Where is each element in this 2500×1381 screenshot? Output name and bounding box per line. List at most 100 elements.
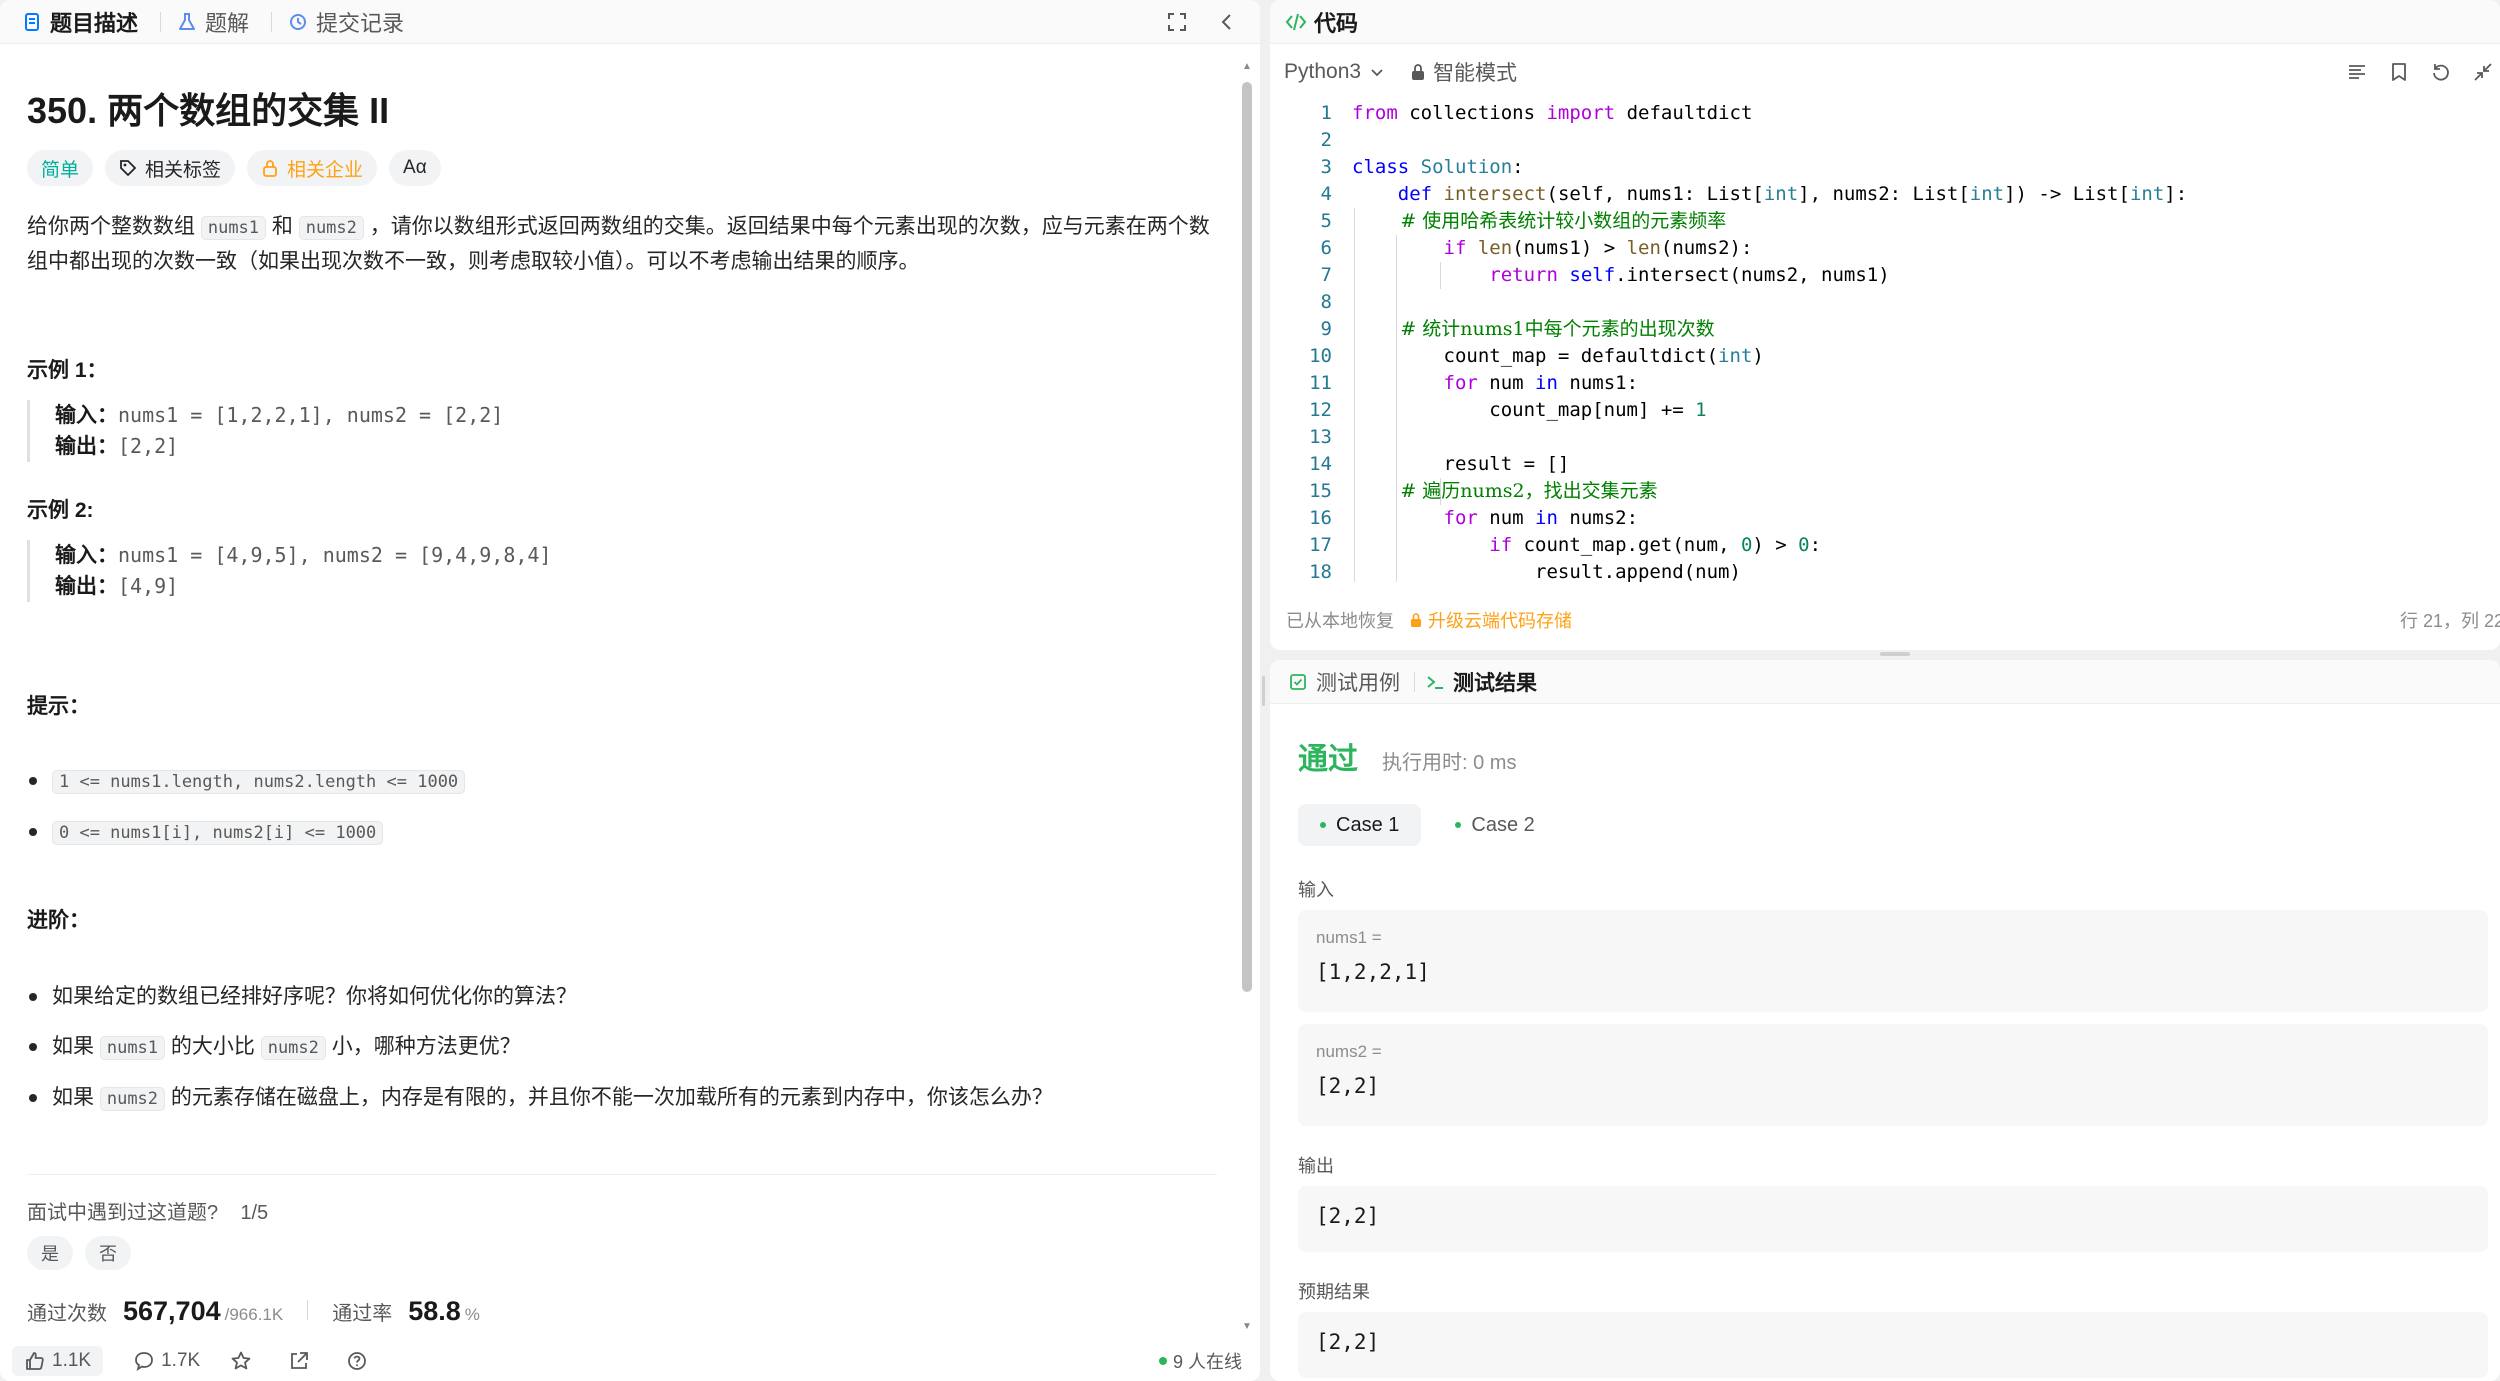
inline-code: nums1 bbox=[99, 1036, 166, 1060]
related-companies-label: 相关企业 bbox=[287, 159, 364, 181]
input-label: 输入： bbox=[55, 404, 118, 427]
history-icon bbox=[290, 13, 307, 30]
comment-count: 1.7K bbox=[161, 1349, 201, 1371]
tab-solutions[interactable]: 题解 bbox=[177, 6, 249, 38]
output-section-label: 输出 bbox=[1298, 1156, 1334, 1176]
favorite-button[interactable] bbox=[230, 1350, 258, 1372]
code-editor[interactable]: 1 from collections import defaultdict 2 3… bbox=[1270, 100, 2500, 582]
tab-separator bbox=[1414, 671, 1415, 692]
document-icon bbox=[25, 12, 39, 31]
output-label: 输出： bbox=[55, 435, 118, 458]
like-button[interactable]: 1.1K bbox=[12, 1345, 104, 1376]
interview-question: 面试中遇到过这道题? 1/5 bbox=[27, 1196, 268, 1225]
line-number: 15 bbox=[1309, 480, 1332, 502]
code-text: result = [] bbox=[1352, 453, 1570, 475]
tab-description[interactable]: 题目描述 bbox=[22, 6, 138, 38]
case-1-tab[interactable]: Case 1 bbox=[1298, 804, 1422, 846]
code-text: def intersect(self, nums1: List[int], nu… bbox=[1397, 183, 2188, 205]
scroll-down-icon[interactable]: ▼ bbox=[1242, 1322, 1252, 1332]
statement-text: 给你两个整数数组 bbox=[27, 215, 201, 238]
fullscreen-icon[interactable] bbox=[1166, 11, 1188, 33]
panel-actions bbox=[1166, 11, 1238, 33]
yes-button[interactable]: 是 bbox=[27, 1236, 73, 1270]
line-number: 7 bbox=[1320, 264, 1332, 286]
help-button[interactable] bbox=[346, 1350, 374, 1372]
vertical-resize-handle[interactable] bbox=[1262, 676, 1265, 706]
acceptance-stats: 通过次数 567,704 /966.1K 通过率 58.8 % bbox=[27, 1296, 480, 1327]
code-text: for num in nums1: bbox=[1443, 372, 1639, 394]
code-panel: 代码 Python3 智能模式 1 from collections impor… bbox=[1270, 0, 2500, 650]
bookmark-icon[interactable] bbox=[2388, 61, 2410, 83]
upgrade-storage-link[interactable]: 升级云端代码存储 bbox=[1408, 607, 1572, 633]
lock-icon bbox=[263, 160, 277, 177]
code-comment: # 统计nums1中每个元素的出现次数 bbox=[1352, 318, 1715, 340]
code-comment: # 使用哈希表统计较小数组的元素频率 bbox=[1352, 210, 1727, 232]
example-1-input: nums1 = [1,2,2,1], nums2 = [2,2] bbox=[118, 403, 504, 427]
tab-separator bbox=[271, 11, 273, 32]
tab-submissions-label: 提交记录 bbox=[316, 10, 405, 36]
code-text: if count_map.get(num, 0) > 0: bbox=[1489, 534, 1822, 556]
problem-description: 350. 两个数组的交集 II 简单 相关标签 相关企业 Aα 给你两个整数数组… bbox=[27, 44, 1227, 1327]
input-section-label: 输入 bbox=[1298, 880, 1334, 900]
editor-status-bar: 已从本地恢复 升级云端代码存储 行 21，列 22 bbox=[1270, 600, 2500, 640]
input-nums2-box: nums2 = [2,2] bbox=[1298, 1024, 2488, 1126]
comment-icon bbox=[135, 1351, 153, 1371]
scrollbar-thumb[interactable] bbox=[1242, 82, 1252, 992]
case-1-label: Case 1 bbox=[1336, 813, 1400, 836]
lock-icon bbox=[1412, 64, 1425, 80]
rate-unit: % bbox=[464, 1305, 480, 1324]
line-number: 3 bbox=[1320, 156, 1332, 178]
terminal-icon bbox=[1427, 675, 1443, 689]
code-icon bbox=[1285, 13, 1307, 30]
expected-box: [2,2] bbox=[1298, 1312, 2488, 1378]
case-2-tab[interactable]: Case 2 bbox=[1433, 804, 1556, 846]
collapse-icon[interactable] bbox=[2472, 61, 2494, 83]
var-value: [2,2] bbox=[1316, 1074, 1380, 1098]
line-number: 5 bbox=[1320, 210, 1332, 232]
tab-testcases[interactable]: 测试用例 bbox=[1288, 667, 1400, 697]
comments-button[interactable]: 1.7K bbox=[133, 1350, 200, 1372]
language-select[interactable]: Python3 bbox=[1284, 60, 1385, 84]
scroll-up-icon[interactable]: ▲ bbox=[1242, 62, 1252, 72]
output-box: [2,2] bbox=[1298, 1186, 2488, 1252]
description-scrollbar[interactable]: ▲ ▼ bbox=[1242, 62, 1252, 1332]
cursor-position: 行 21，列 22 bbox=[2399, 611, 2500, 631]
advanced-text: 如果 bbox=[52, 1035, 100, 1058]
hints-list: 1 <= nums1.length, nums2.length <= 1000 … bbox=[27, 756, 466, 858]
no-button[interactable]: 否 bbox=[85, 1236, 131, 1270]
related-companies-button[interactable]: 相关企业 bbox=[247, 150, 378, 186]
flask-icon bbox=[179, 12, 196, 30]
line-number: 1 bbox=[1320, 102, 1332, 124]
related-tags-button[interactable]: 相关标签 bbox=[105, 150, 236, 186]
list-item: 1 <= nums1.length, nums2.length <= 1000 bbox=[27, 756, 466, 807]
online-count: 9 人在线 bbox=[1158, 1348, 1242, 1374]
advanced-list: 如果给定的数组已经排好序呢？你将如何优化你的算法？ 如果 nums1 的大小比 … bbox=[27, 972, 1053, 1124]
code-text: count_map = defaultdict(int) bbox=[1352, 345, 1764, 367]
reset-icon[interactable] bbox=[2430, 61, 2452, 83]
translate-button[interactable]: Aα bbox=[389, 150, 441, 186]
format-icon[interactable] bbox=[2346, 61, 2368, 83]
problem-panel: 题目描述 题解 提交记录 350. 两个数组的交集 II 简单 相关标签 相关企… bbox=[0, 0, 1260, 1381]
online-count-label: 9 人在线 bbox=[1172, 1351, 1242, 1372]
app-root: 题目描述 题解 提交记录 350. 两个数组的交集 II 简单 相关标签 相关企… bbox=[0, 0, 2500, 1381]
tab-test-result[interactable]: 测试结果 bbox=[1425, 667, 1537, 697]
thumbs-up-icon bbox=[26, 1351, 44, 1370]
tab-submissions[interactable]: 提交记录 bbox=[288, 6, 404, 38]
inline-code: 0 <= nums1[i], nums2[i] <= 1000 bbox=[52, 821, 384, 845]
smart-mode-toggle[interactable]: 智能模式 bbox=[1409, 57, 1517, 87]
example-2-input: nums1 = [4,9,5], nums2 = [9,4,9,8,4] bbox=[118, 543, 552, 567]
var-name: nums1 = bbox=[1316, 928, 1382, 947]
advanced-text: 小，哪种方法更优？ bbox=[325, 1035, 521, 1058]
restore-status: 已从本地恢复 bbox=[1286, 611, 1394, 631]
share-button[interactable] bbox=[288, 1350, 316, 1372]
test-tabs: 测试用例 测试结果 bbox=[1270, 660, 2500, 704]
code-text: for num in nums2: bbox=[1443, 507, 1639, 529]
difficulty-badge[interactable]: 简单 bbox=[27, 150, 94, 186]
collapse-left-icon[interactable] bbox=[1216, 11, 1238, 33]
horizontal-resize-handle[interactable] bbox=[1880, 652, 1910, 656]
tag-icon bbox=[120, 160, 137, 177]
inline-code: nums2 bbox=[260, 1036, 326, 1060]
line-number: 16 bbox=[1309, 507, 1332, 529]
line-number: 10 bbox=[1309, 345, 1332, 367]
tab-separator bbox=[160, 11, 162, 32]
